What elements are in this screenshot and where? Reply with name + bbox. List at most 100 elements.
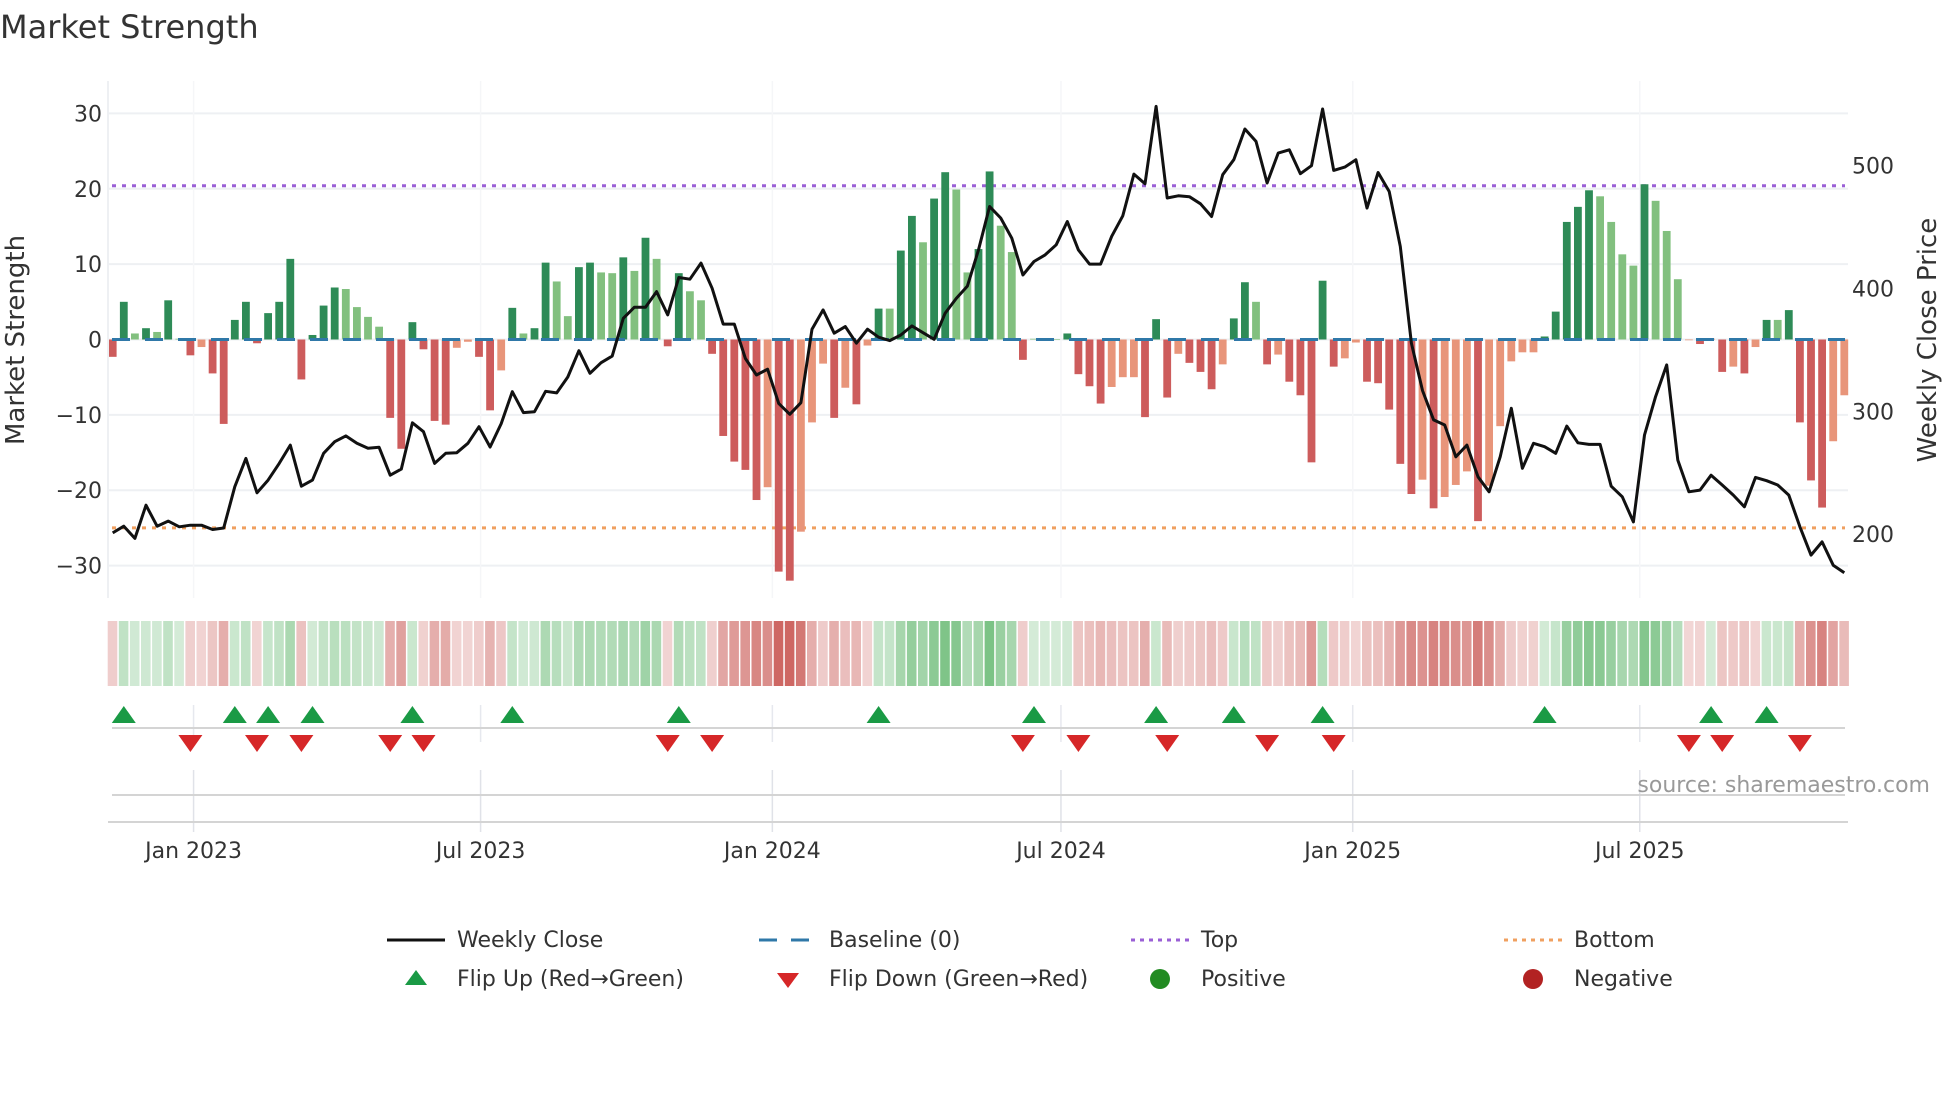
flip-up-triangle-icon <box>1532 706 1557 723</box>
heat-strip-cell <box>496 621 506 686</box>
heat-strip-cell <box>1461 621 1472 686</box>
axes: 30 20 10 0 −10 −20 −30 500 400 300 200 Jan 2023 Jul … <box>56 81 1894 864</box>
heat-strip-cell <box>185 621 195 686</box>
heat-strip-cell <box>1606 621 1616 686</box>
heat-strip-cell <box>1206 621 1217 686</box>
heat-strip-cell <box>696 621 706 686</box>
heat-strip-cell <box>252 621 262 686</box>
heat-strip-cell <box>1395 621 1405 686</box>
heat-strip-cell <box>340 621 351 686</box>
heat-strip-cell <box>1517 621 1527 686</box>
heat-strip-cell <box>640 621 651 686</box>
right-tick-label: 500 <box>1852 155 1894 180</box>
heat-strip-cell <box>1628 621 1638 686</box>
heat-strip-cell <box>1140 621 1150 686</box>
heat-strip-cell <box>351 621 362 686</box>
market-strength-chart: Market Strength 3020100−10−20−3050040030… <box>0 8 1943 864</box>
strength-bar <box>508 307 517 340</box>
flip-up-triangle-icon <box>1022 706 1046 723</box>
left-tick-label: 0 <box>88 329 102 354</box>
heat-strip-cell <box>429 621 440 686</box>
heat-strip-cell <box>1162 621 1172 686</box>
strength-bar <box>952 189 961 340</box>
heat-strip-cell <box>1084 621 1095 686</box>
heat-strip-cell <box>329 621 340 686</box>
strength-bar <box>1773 319 1782 340</box>
strength-bar <box>1130 339 1138 378</box>
heat-strip-cell <box>507 621 517 686</box>
flip-up-triangle-icon <box>500 706 525 723</box>
heat-strip-cell <box>1739 621 1749 686</box>
strength-bar <box>264 313 272 340</box>
heat-strip-cell <box>1251 621 1261 686</box>
heat-strip-cell <box>1062 621 1072 686</box>
heat-strip-cell <box>873 621 884 686</box>
strength-bar <box>763 339 772 488</box>
strength-bar <box>1740 339 1749 374</box>
right-tick-label: 200 <box>1852 523 1894 548</box>
strength-bar <box>1629 265 1638 340</box>
left-axis-title: Market Strength <box>1 235 31 445</box>
left-tick-label: 20 <box>74 178 102 203</box>
heat-strip-cell <box>1839 621 1849 686</box>
heat-strip-cell <box>1228 621 1239 686</box>
heat-strip-cell <box>1750 621 1761 686</box>
flip-down-triangle-icon <box>289 735 314 752</box>
strength-bar <box>1762 319 1771 340</box>
strength-bar <box>319 305 328 340</box>
strength-bar <box>797 339 805 532</box>
x-tick-label: Jan 2025 <box>1302 839 1401 864</box>
heat-strip-cell <box>274 621 284 686</box>
strength-bar <box>863 339 872 346</box>
flip-up-triangle-icon <box>1221 706 1246 723</box>
heat-strip-cell <box>518 621 528 686</box>
heat-strip-cell <box>684 621 695 686</box>
flip-down-triangle-icon <box>1010 735 1035 752</box>
x-tick-label: Jul 2024 <box>1014 839 1106 864</box>
heat-strip-cell <box>1584 621 1594 686</box>
heat-strip-cell <box>973 621 984 686</box>
heat-strip-cell <box>540 621 551 686</box>
strength-bar <box>985 171 994 340</box>
heat-strip-cell <box>762 621 773 686</box>
heat-strip-cell <box>107 621 118 686</box>
strength-bar <box>1640 184 1649 340</box>
heat-strip-cell <box>1295 621 1305 686</box>
heat-strip-cell <box>718 621 728 686</box>
strength-bar <box>1152 319 1160 340</box>
heat-strip-cell <box>1195 621 1206 686</box>
heat-strip-cell <box>1040 621 1050 686</box>
heat-strip-cell <box>1317 621 1328 686</box>
strength-bar <box>1307 339 1316 463</box>
strength-bar <box>219 339 228 424</box>
strength-bar <box>1440 339 1449 498</box>
strength-bar <box>142 328 150 340</box>
heat-strip-cell <box>1650 621 1661 686</box>
heat-strip-cell <box>385 621 395 686</box>
flip-up-triangle-icon <box>666 706 691 723</box>
flip-down-triangle-icon <box>1710 735 1735 752</box>
heat-strip-cell <box>1151 621 1161 686</box>
flip-down-triangle-icon <box>1155 735 1180 752</box>
strength-bar <box>386 339 395 418</box>
heat-strip-cell <box>1373 621 1383 686</box>
heat-strip-cell <box>1473 621 1483 686</box>
strength-bar <box>1241 282 1249 340</box>
heat-strip-cell <box>707 621 717 686</box>
heat-strip-cell <box>1528 621 1539 686</box>
heat-strip-cell <box>1550 621 1561 686</box>
heat-strip-cell <box>984 621 995 686</box>
heat-strip-cell <box>1384 621 1394 686</box>
strength-bar <box>563 316 572 340</box>
strength-bar <box>108 339 117 357</box>
strength-bar <box>1596 196 1604 340</box>
right-tick-label: 300 <box>1852 400 1894 425</box>
strength-bar <box>430 339 439 421</box>
heat-strip-cell <box>962 621 972 686</box>
heat-strip-cell <box>1428 621 1439 686</box>
strength-bar <box>996 225 1005 340</box>
strength-bar <box>1840 339 1849 396</box>
strength-bar <box>785 339 794 581</box>
strength-bar <box>730 339 739 462</box>
strength-heat-strip <box>107 621 1849 686</box>
